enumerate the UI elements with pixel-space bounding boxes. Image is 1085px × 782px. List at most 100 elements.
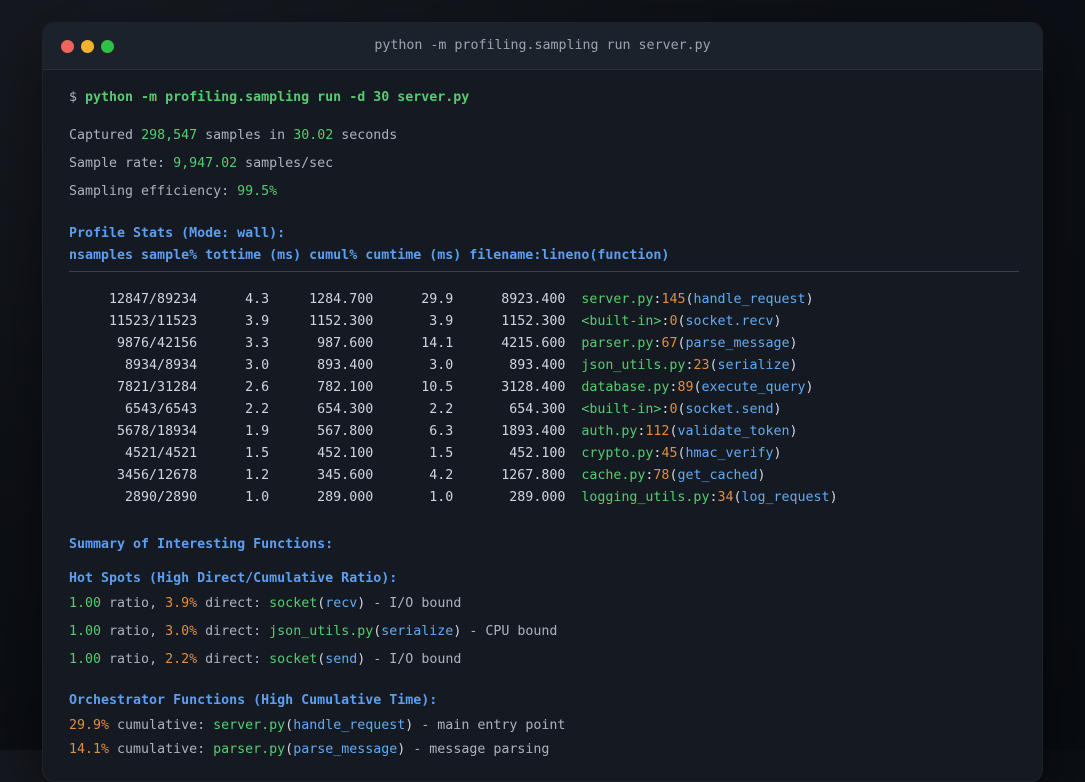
text-segment: serialize [381,624,454,639]
text-segment: server.py [581,292,654,307]
text-segment: - I/O bound [365,652,462,667]
text-segment: ratio, [101,596,166,611]
table-divider [69,271,1019,272]
text-segment: socket [269,596,318,611]
text-segment: 3.0% [165,624,198,639]
text-segment: 5678/18934 1.9 567.800 6.3 1893.400 [69,424,582,439]
terminal-titlebar: python -m profiling.sampling run server.… [43,23,1042,70]
summary-heading: Summary of Interesting Functions: [69,537,334,552]
text-segment: handle_request [293,718,406,733]
text-segment: cache.py [581,468,646,483]
text-segment: json_utils.py [269,624,374,639]
text-segment: Captured [69,128,142,143]
text-segment: parse_message [685,336,790,351]
orchestrator-list: 29.9% cumulative: server.py(handle_reque… [69,716,1019,760]
text-segment: 3.9% [165,596,198,611]
text-segment: 2.2% [165,652,198,667]
text-segment: 9876/42156 3.3 987.600 14.1 4215.600 [69,336,582,351]
profile-row: 6543/6543 2.2 654.300 2.2 654.300 <built… [69,400,1019,420]
hot-spots-list: 1.00 ratio, 3.9% direct: socket(recv) - … [69,594,1019,670]
text-segment: crypto.py [581,446,654,461]
text-segment: <built-in> [581,402,662,417]
text-segment: logging_utils.py [581,490,710,505]
text-segment: server.py [213,718,286,733]
stat-line: Sample rate: 9,947.02 samples/sec [69,154,1019,174]
text-segment: validate_token [677,424,790,439]
text-segment: - main entry point [413,718,566,733]
profile-row: 11523/11523 3.9 1152.300 3.9 1152.300 <b… [69,312,1019,332]
text-segment: get_cached [677,468,758,483]
text-segment: serialize [717,358,790,373]
text-segment: ratio, [101,624,166,639]
text-segment: <built-in> [581,314,662,329]
text-segment: cumulative: [109,718,214,733]
text-segment: 298,547 [141,128,198,143]
text-segment: handle_request [693,292,806,307]
text-segment: 4521/4521 1.5 452.100 1.5 452.100 [69,446,582,461]
orchestrator-line: 29.9% cumulative: server.py(handle_reque… [69,716,1019,736]
text-segment: 45 [661,446,678,461]
shell-prompt: $ [69,90,86,105]
capture-stats: Captured 298,547 samples in 30.02 second… [69,126,1019,202]
text-segment: ( [285,718,294,733]
text-segment: 99.5% [237,184,278,199]
profile-row: 3456/12678 1.2 345.600 4.2 1267.800 cach… [69,466,1019,486]
stat-line: Captured 298,547 samples in 30.02 second… [69,126,1019,146]
text-segment: log_request [741,490,830,505]
text-segment: auth.py [581,424,638,439]
text-segment: 34 [717,490,734,505]
text-segment: direct: [197,624,270,639]
profile-row: 8934/8934 3.0 893.400 3.0 893.400 json_u… [69,356,1019,376]
text-segment: direct: [197,652,270,667]
text-segment: seconds [333,128,398,143]
text-segment: json_utils.py [581,358,686,373]
text-segment: database.py [581,380,670,395]
hot-spot-line: 1.00 ratio, 3.9% direct: socket(recv) - … [69,594,1019,614]
profile-row: 7821/31284 2.6 782.100 10.5 3128.400 dat… [69,378,1019,398]
stat-line: Sampling efficiency: 99.5% [69,182,1019,202]
text-segment: 145 [661,292,686,307]
hot-spots-heading: Hot Spots (High Direct/Cumulative Ratio)… [69,571,398,586]
profile-stats-heading: Profile Stats (Mode: wall): [69,226,286,241]
text-segment: - CPU bound [461,624,558,639]
text-segment: ) [805,292,814,307]
text-segment: 6543/6543 2.2 654.300 2.2 654.300 [69,402,582,417]
text-segment: 2890/2890 1.0 289.000 1.0 289.000 [69,490,582,505]
text-segment: recv [325,596,358,611]
text-segment: ) [757,468,766,483]
text-segment: 1.00 [69,624,102,639]
text-segment: socket.send [685,402,774,417]
profile-row: 2890/2890 1.0 289.000 1.0 289.000 loggin… [69,488,1019,508]
text-segment: 89 [677,380,694,395]
text-segment: 3456/12678 1.2 345.600 4.2 1267.800 [69,468,582,483]
profile-row: 4521/4521 1.5 452.100 1.5 452.100 crypto… [69,444,1019,464]
text-segment: hmac_verify [685,446,774,461]
profile-row: 5678/18934 1.9 567.800 6.3 1893.400 auth… [69,422,1019,442]
hot-spot-line: 1.00 ratio, 2.2% direct: socket(send) - … [69,650,1019,670]
text-segment: 112 [645,424,670,439]
terminal-content: $ python -m profiling.sampling run -d 30… [43,70,1042,760]
text-segment: execute_query [701,380,806,395]
text-segment: parser.py [581,336,654,351]
profile-row: 9876/42156 3.3 987.600 14.1 4215.600 par… [69,334,1019,354]
text-segment: 1.00 [69,596,102,611]
text-segment: ratio, [101,652,166,667]
text-segment: 67 [661,336,678,351]
text-segment: ) [829,490,838,505]
text-segment: socket.recv [685,314,774,329]
text-segment: ( [733,490,742,505]
text-segment: Sample rate: [69,156,174,171]
text-segment: 7821/31284 2.6 782.100 10.5 3128.400 [69,380,582,395]
text-segment: samples in [197,128,294,143]
profile-rows: 12847/89234 4.3 1284.700 29.9 8923.400 s… [69,290,1019,508]
text-segment: socket [269,652,318,667]
text-segment: 9,947.02 [173,156,238,171]
text-segment: 11523/11523 3.9 1152.300 3.9 1152.300 [69,314,582,329]
text-segment: ) [789,424,798,439]
text-segment: ) [773,402,782,417]
text-segment: 8934/8934 3.0 893.400 3.0 893.400 [69,358,582,373]
text-segment: ) [773,314,782,329]
text-segment: direct: [197,596,270,611]
terminal-window: python -m profiling.sampling run server.… [42,22,1043,782]
text-segment: Sampling efficiency: [69,184,238,199]
